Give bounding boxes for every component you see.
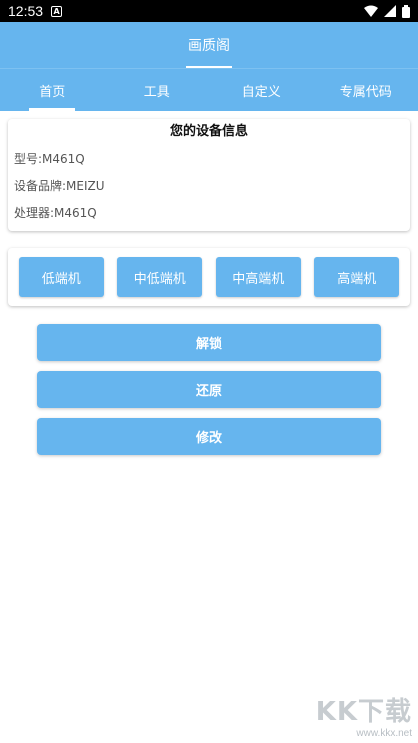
modify-button[interactable]: 修改 [37, 418, 381, 455]
signal-icon [384, 5, 396, 17]
tab-tools[interactable]: 工具 [105, 69, 210, 111]
tab-custom[interactable]: 自定义 [209, 69, 314, 111]
notification-a-icon: A [51, 5, 63, 17]
action-buttons: 解锁 还原 修改 [0, 324, 418, 455]
watermark: KK下载 www.kkx.net [316, 691, 412, 739]
device-brand: 设备品牌:MEIZU [14, 179, 105, 193]
app-bar: 画质阁 [0, 22, 418, 68]
battery-icon [402, 4, 410, 18]
tier-mid-high-button[interactable]: 中高端机 [215, 257, 301, 297]
unlock-button[interactable]: 解锁 [37, 324, 381, 361]
tier-mid-low-button[interactable]: 中低端机 [117, 257, 203, 297]
tab-home[interactable]: 首页 [0, 69, 105, 111]
tier-selector: 低端机 中低端机 中高端机 高端机 [8, 248, 410, 306]
app-title: 画质阁 [188, 38, 230, 54]
device-processor: 处理器:M461Q [14, 206, 97, 220]
tab-exclusive-code[interactable]: 专属代码 [314, 69, 418, 111]
device-info-card: 您的设备信息 型号:M461Q 设备品牌:MEIZU 处理器:M461Q [8, 119, 410, 231]
device-model: 型号:M461Q [14, 152, 85, 166]
tier-high-button[interactable]: 高端机 [314, 257, 400, 297]
status-bar: 12:53 A [0, 0, 418, 22]
tab-bar: 首页 工具 自定义 专属代码 [0, 68, 418, 111]
status-time: 12:53 [8, 3, 44, 19]
device-info-title: 您的设备信息 [169, 124, 248, 139]
app-title-underline [186, 66, 232, 68]
tier-low-button[interactable]: 低端机 [18, 257, 104, 297]
status-icons [364, 4, 410, 18]
watermark-logo: KK下载 [315, 697, 412, 727]
watermark-url: www.kkx.net [356, 728, 412, 739]
restore-button[interactable]: 还原 [37, 371, 381, 408]
wifi-icon [364, 5, 378, 17]
